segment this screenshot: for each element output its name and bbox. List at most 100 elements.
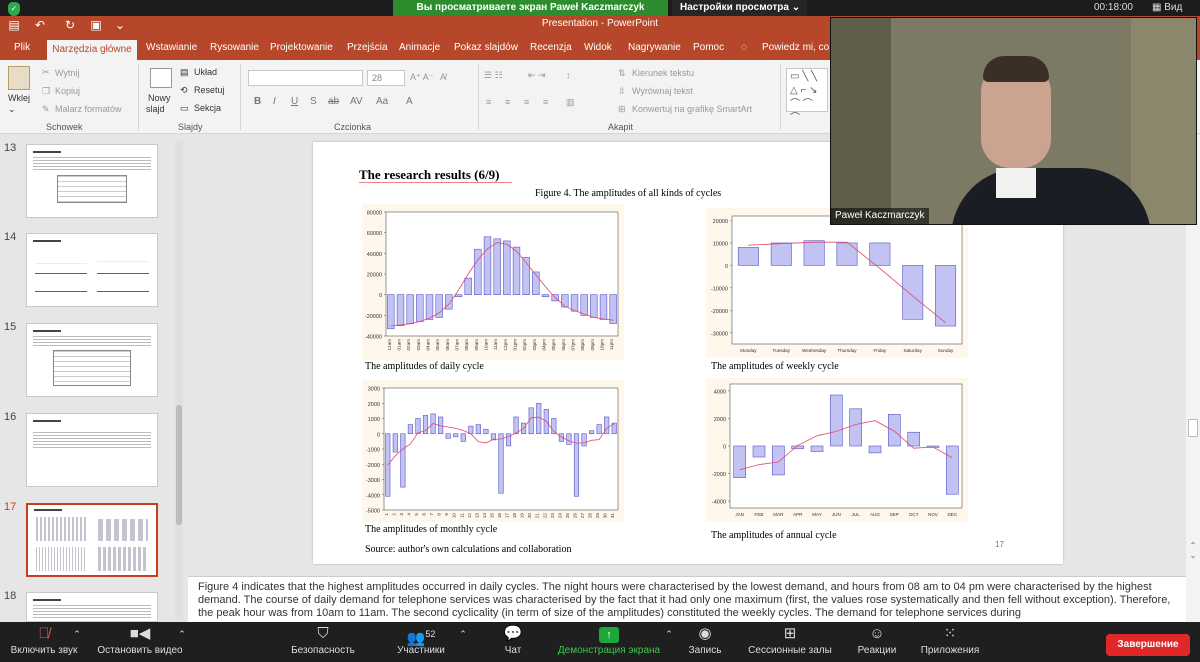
tab-file[interactable]: Plik <box>14 42 30 53</box>
justify-icon[interactable]: ≡ <box>543 97 548 107</box>
smartart-button[interactable]: Konwertuj na grafikę SmartArt <box>632 104 752 114</box>
undo-icon[interactable]: ↶ <box>32 18 48 32</box>
bar <box>493 238 501 295</box>
thumbnails-scrollbar-thumb[interactable] <box>176 405 182 525</box>
bar <box>387 294 395 330</box>
new-slide-icon[interactable] <box>150 68 172 88</box>
tab-help[interactable]: Pomoc <box>693 42 724 53</box>
x-tick-label: Sunday <box>938 348 954 353</box>
align-left-icon[interactable]: ≡ <box>486 97 491 107</box>
bar <box>468 425 474 435</box>
customize-chevron-icon[interactable]: ⌄ <box>112 18 128 32</box>
y-tick-label: -4000 <box>712 500 726 506</box>
bar <box>868 445 882 454</box>
clear-format-icon[interactable]: A̸ <box>440 72 446 82</box>
text-direction-button[interactable]: Kierunek tekstu <box>632 68 694 78</box>
clipboard-icon[interactable] <box>8 66 30 90</box>
format-painter-button[interactable]: Malarz formatów <box>55 104 122 114</box>
section-button[interactable]: Sekcja <box>194 103 221 113</box>
audio-options-chevron-icon[interactable]: ⌃ <box>70 624 84 662</box>
font-color-button[interactable]: A <box>406 96 413 107</box>
share-chevron-icon[interactable]: ⌃ <box>662 624 676 662</box>
speaker-notes[interactable]: Figure 4 indicates that the highest ampl… <box>188 576 1186 622</box>
tab-transitions[interactable]: Przejścia <box>347 42 388 53</box>
tab-design[interactable]: Projektowanie <box>270 42 333 53</box>
participants-chevron-icon[interactable]: ⌃ <box>456 624 470 662</box>
align-right-icon[interactable]: ≡ <box>524 97 529 107</box>
page-arrows-icon[interactable]: ⌃ ⌄ <box>1188 541 1198 561</box>
slide-thumbnail-15[interactable] <box>26 323 158 397</box>
tab-draw[interactable]: Rysowanie <box>210 42 259 53</box>
monthly-chart-svg: 3000200010000-1000-2000-3000-4000-5000 1 2… <box>362 380 624 522</box>
chat-button[interactable]: 💬 Чат <box>494 624 532 662</box>
line-spacing-icon[interactable]: ↕ <box>566 70 571 80</box>
indent-icon[interactable]: ⇤ ⇥ <box>528 70 546 81</box>
apps-button[interactable]: ⁙ Приложения <box>916 624 984 662</box>
reset-button[interactable]: Resetuj <box>194 85 225 95</box>
save-icon[interactable]: ▤ <box>6 18 22 32</box>
bullets-icon[interactable]: ☰ ☷ <box>484 70 503 81</box>
view-button[interactable]: ▦ Вид <box>1152 0 1200 16</box>
italic-button[interactable]: I <box>273 96 276 107</box>
copy-button[interactable]: Kopiuj <box>55 86 80 96</box>
tab-slideshow[interactable]: Pokaz slajdów <box>454 42 518 53</box>
tab-recording[interactable]: Nagrywanie <box>628 42 681 53</box>
group-separator <box>780 64 781 130</box>
slides-group-label: Slajdy <box>178 122 203 132</box>
slide-thumbnail-16[interactable] <box>26 413 158 487</box>
x-tick-label: 3 <box>399 513 404 516</box>
start-slideshow-icon[interactable]: ▣ <box>88 18 104 32</box>
align-center-icon[interactable]: ≡ <box>505 97 510 107</box>
slide-thumbnail-14[interactable] <box>26 233 158 307</box>
slide-thumbnail-18[interactable] <box>26 592 158 622</box>
tab-review[interactable]: Recenzja <box>530 42 572 53</box>
participants-count: 52 <box>425 629 436 639</box>
stop-video-button[interactable]: ■◀ Остановить видео <box>92 624 188 662</box>
thumb-number: 13 <box>4 142 17 154</box>
slide-thumbnail-13[interactable] <box>26 144 158 218</box>
webcam-video <box>830 17 1197 225</box>
change-case-button[interactable]: Aa <box>376 96 388 107</box>
share-screen-button[interactable]: ↑ Демонстрация экрана <box>552 624 666 662</box>
canvas-scrollbar-thumb[interactable] <box>1188 419 1198 437</box>
participants-button[interactable]: 👥52 Участники <box>388 624 454 662</box>
chat-icon: 💬 <box>503 625 523 642</box>
new-slide-button-line2[interactable]: slajd <box>146 104 165 114</box>
new-slide-button-line1[interactable]: Nowy <box>148 93 171 103</box>
video-options-chevron-icon[interactable]: ⌃ <box>175 624 189 662</box>
layout-button[interactable]: Układ <box>194 67 217 77</box>
grow-font-icon[interactable]: A⁺ A⁻ <box>410 72 434 83</box>
tab-view[interactable]: Widok <box>584 42 612 53</box>
reactions-button[interactable]: ☺ Реакции <box>854 624 900 662</box>
shadow-button[interactable]: S <box>310 96 317 107</box>
tab-home[interactable]: Narzędzia główne <box>47 40 137 60</box>
end-meeting-button[interactable]: Завершение <box>1106 634 1190 656</box>
char-spacing-button[interactable]: AV <box>350 96 363 107</box>
breakout-rooms-button[interactable]: ⊞ Сессионные залы <box>744 624 836 662</box>
x-tick-label: 25 <box>565 513 570 519</box>
tab-insert[interactable]: Wstawianie <box>146 42 197 53</box>
y-tick-label: 0 <box>725 264 728 270</box>
columns-icon[interactable]: ▥ <box>566 97 575 108</box>
security-button[interactable]: ⛉ Безопасность <box>284 624 362 662</box>
align-text-button[interactable]: Wyrównaj tekst <box>632 86 693 96</box>
font-name-input[interactable] <box>248 70 363 86</box>
slide-thumbnail-17-selected[interactable] <box>26 503 158 577</box>
cut-button[interactable]: Wytnij <box>55 68 79 78</box>
shapes-gallery[interactable]: ▭ ╲ ╲ △ ⌐ ↘ ⌒ ⌒ ⌒ <box>786 68 828 124</box>
annual-chart: 4000 2000 0 -2000 -4000 JAN FEB MAR APR MAY JUN JUL… <box>706 378 968 522</box>
webcam-name-label: Paweł Kaczmarczyk <box>830 208 930 224</box>
bold-button[interactable]: B <box>254 96 261 107</box>
bar <box>474 248 482 295</box>
record-button[interactable]: ◉ Запись <box>684 624 726 662</box>
thumbnails-scrollbar[interactable] <box>175 140 183 620</box>
paste-button[interactable]: Wklej <box>8 93 30 103</box>
tell-me-search[interactable]: Powiedz mi, co c <box>762 42 837 53</box>
underline-button[interactable]: U <box>291 96 298 107</box>
strikethrough-button[interactable]: ab <box>328 96 339 107</box>
x-tick-label: 08pm <box>580 339 585 351</box>
tab-animations[interactable]: Animacje <box>399 42 440 53</box>
redo-icon[interactable]: ↻ <box>62 18 78 32</box>
font-size-input[interactable]: 28 <box>367 70 405 86</box>
view-options-button[interactable]: Настройки просмотра ⌄ <box>672 0 807 16</box>
